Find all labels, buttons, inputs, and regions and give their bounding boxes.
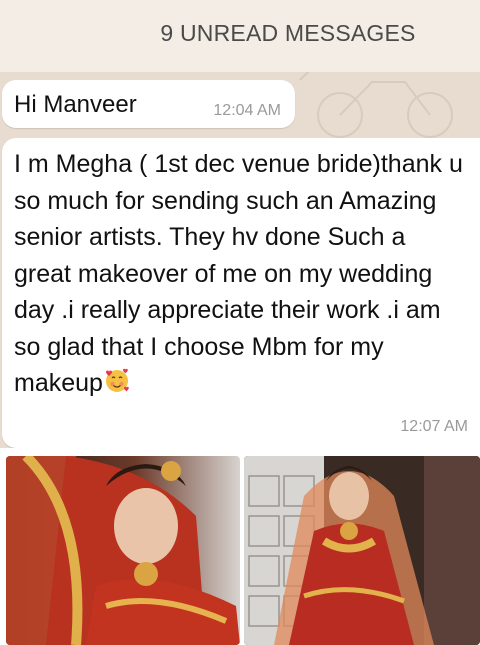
unread-messages-banner: 9 UNREAD MESSAGES [0, 0, 480, 72]
message-bubble[interactable]: Hi Manveer 12:04 AM [2, 80, 295, 128]
message-timestamp: 12:04 AM [213, 102, 281, 119]
message-timestamp: 12:07 AM [400, 418, 468, 435]
bride-full-photo[interactable] [244, 456, 480, 645]
smiling-face-with-hearts-icon [104, 368, 130, 394]
unread-messages-label: 9 UNREAD MESSAGES [160, 20, 416, 46]
bride-closeup-photo[interactable] [6, 456, 240, 645]
photo-attachments [0, 448, 480, 645]
message-text: Hi Manveer [14, 91, 137, 118]
message-bubble[interactable]: I m Megha ( 1st dec venue bride)thank u … [2, 138, 480, 448]
message-text-wrapper: I m Megha ( 1st dec venue bride)thank u … [14, 146, 469, 402]
message-text: I m Megha ( 1st dec venue bride)thank u … [14, 150, 463, 397]
